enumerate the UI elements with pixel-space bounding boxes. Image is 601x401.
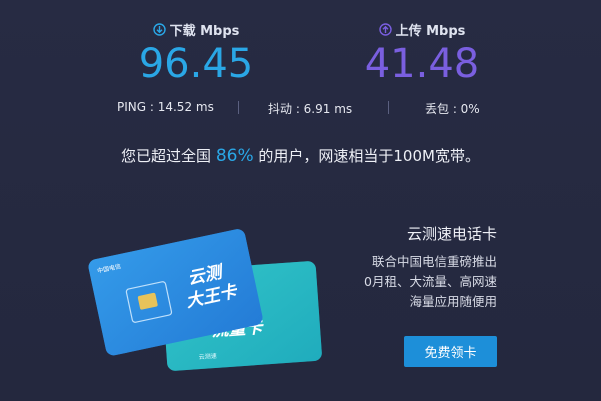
- summary-prefix: 您已超过全国: [121, 147, 216, 165]
- jitter-stat: 抖动 : 6.91 ms: [268, 102, 353, 116]
- promo-line: 海量应用随便用: [409, 294, 497, 309]
- promo-line: 联合中国电信重磅推出: [371, 254, 497, 269]
- upload-icon: [378, 22, 392, 36]
- promo-description: 联合中国电信重磅推出 0月租、大流量、高网速 海量应用随便用: [364, 252, 497, 312]
- sim-cards-image: 云测 流量卡 云测速 中国电信 云测 大王卡: [86, 205, 336, 375]
- summary-percent: 86%: [215, 146, 254, 166]
- promo-title: 云测速电话卡: [406, 225, 497, 243]
- ping-stat: PING : 14.52 ms: [117, 100, 214, 114]
- speedtest-result-page: 下载 Mbps 96.45 上传 Mbps 41.48 PING : 14.52…: [0, 0, 601, 401]
- download-label: 下载 Mbps: [169, 23, 240, 39]
- upload-label: 上传 Mbps: [395, 23, 466, 39]
- summary-suffix: 的用户，网速相当于100M宽带。: [253, 147, 480, 165]
- stats-row: PING : 14.52 ms 抖动 : 6.91 ms 丢包 : 0%: [0, 100, 601, 116]
- upload-speed-value: 41.48: [364, 41, 480, 87]
- download-icon: [152, 22, 166, 36]
- promo-line: 0月租、大流量、高网速: [364, 274, 497, 289]
- download-speed-value: 96.45: [138, 41, 254, 87]
- result-summary: 您已超过全国 86% 的用户，网速相当于100M宽带。: [0, 145, 601, 166]
- packet-loss-stat: 丢包 : 0%: [425, 102, 480, 116]
- svg-text:云测速: 云测速: [199, 352, 218, 361]
- stats-divider: [388, 101, 389, 114]
- stats-divider: [238, 101, 239, 114]
- upload-metric: 上传 Mbps 41.48: [322, 20, 522, 88]
- download-label-row: 下载 Mbps: [96, 20, 296, 39]
- download-metric: 下载 Mbps 96.45: [96, 20, 296, 88]
- get-free-card-button[interactable]: 免费领卡: [404, 336, 497, 367]
- upload-label-row: 上传 Mbps: [322, 20, 522, 39]
